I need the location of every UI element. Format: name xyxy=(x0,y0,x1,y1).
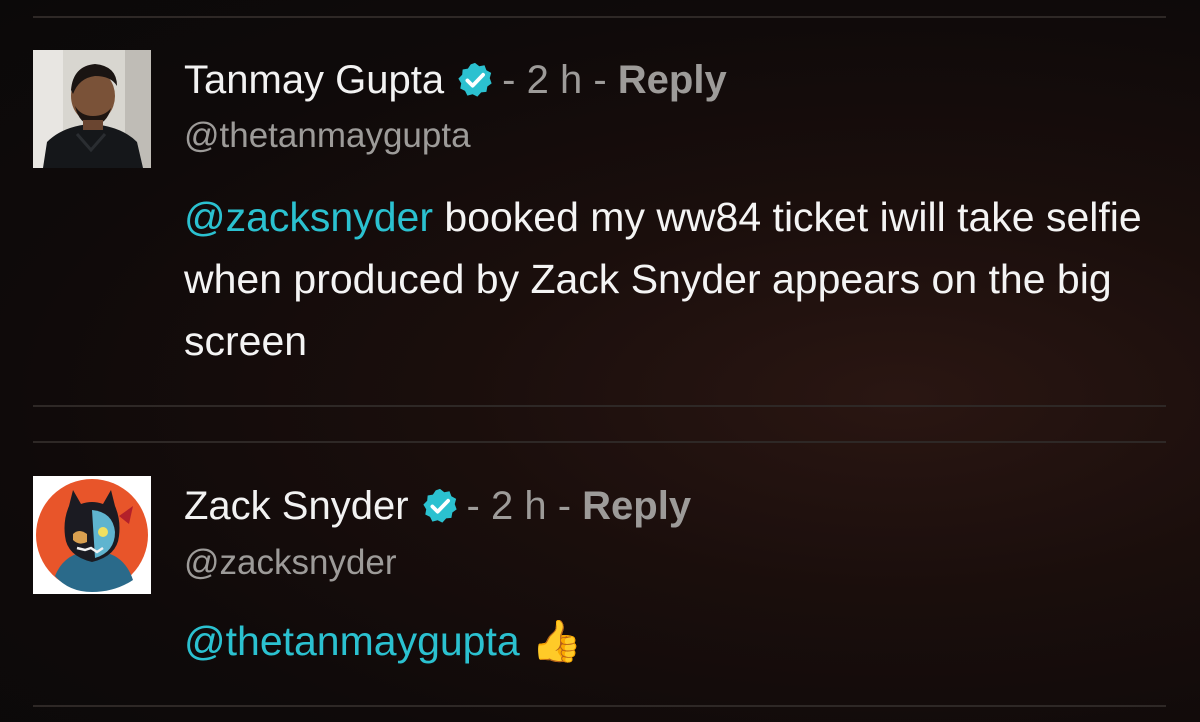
comment-header: Zack Snyder - 2 h - Reply xyxy=(184,482,691,530)
verified-badge-icon xyxy=(458,62,492,97)
reply-button[interactable]: Reply xyxy=(582,482,691,530)
separator: - xyxy=(557,484,572,528)
timestamp: 2 h xyxy=(526,58,583,102)
separator: - xyxy=(502,58,516,102)
comment-text: @thetanmaygupta 👍 xyxy=(184,610,1144,672)
comment-divider xyxy=(33,441,1166,443)
reply-button[interactable]: Reply xyxy=(618,56,727,104)
verified-badge-icon xyxy=(422,488,457,523)
author-handle[interactable]: @thetanmaygupta xyxy=(184,115,471,157)
bottom-divider xyxy=(33,705,1166,707)
author-handle[interactable]: @zacksnyder xyxy=(184,542,397,584)
author-name[interactable]: Tanmay Gupta xyxy=(184,56,444,104)
comment-header: Tanmay Gupta - 2 h - Reply xyxy=(184,56,727,104)
avatar-photo-icon xyxy=(33,50,151,168)
avatar[interactable] xyxy=(33,476,151,594)
separator: - xyxy=(593,58,607,102)
avatar[interactable] xyxy=(33,50,151,168)
top-divider xyxy=(33,16,1166,18)
comment-text: @zacksnyder booked my ww84 ticket iwill … xyxy=(184,186,1144,372)
author-name[interactable]: Zack Snyder xyxy=(184,482,409,530)
timestamp: 2 h xyxy=(490,484,547,528)
separator: - xyxy=(466,484,480,528)
thumbs-up-emoji-icon: 👍 xyxy=(531,618,583,664)
mention-link[interactable]: @thetanmaygupta xyxy=(184,618,520,664)
mention-link[interactable]: @zacksnyder xyxy=(184,194,433,240)
avatar-illustration-icon xyxy=(33,476,151,594)
comment-divider xyxy=(33,405,1166,407)
